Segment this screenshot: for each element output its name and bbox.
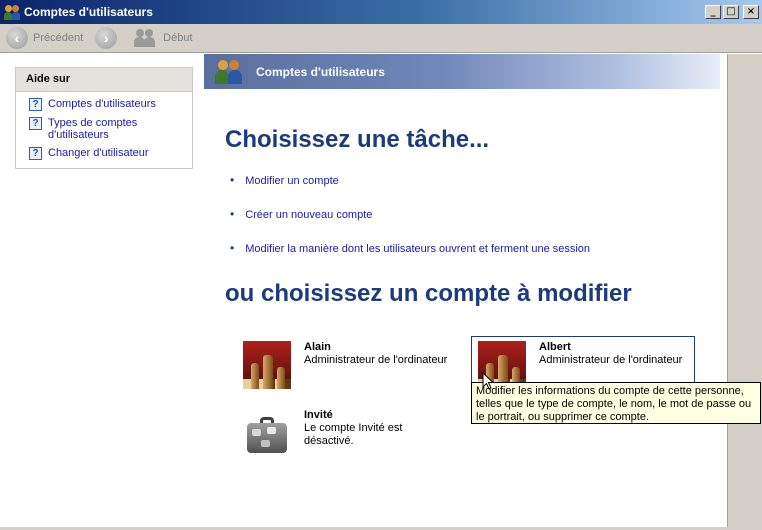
title-bar[interactable]: Comptes d'utilisateurs _ □ × [0, 0, 762, 24]
help-link-label[interactable]: Types de comptes d'utilisateurs [48, 117, 158, 141]
task-change-logon[interactable]: • Modifier la manière dont les utilisate… [230, 242, 590, 256]
mouse-cursor-icon [482, 372, 494, 390]
bullet-icon: • [230, 241, 235, 255]
account-name: Alain [304, 341, 331, 353]
suitcase-picture [243, 409, 291, 457]
account-description: Le compte Invité est désactivé. [304, 422, 403, 447]
left-pane: Aide sur ? Comptes d'utilisateurs ? Type… [0, 54, 204, 530]
account-name: Albert [539, 341, 571, 353]
home-button[interactable]: Début [134, 28, 193, 48]
task-create-account[interactable]: • Créer un nouveau compte [230, 208, 372, 222]
bullet-icon: • [230, 207, 235, 221]
help-question-icon: ? [29, 117, 42, 130]
forward-button[interactable]: › [95, 27, 122, 49]
back-label: Précédent [33, 32, 84, 44]
home-label: Début [163, 32, 193, 44]
window-title: Comptes d'utilisateurs [24, 5, 153, 19]
task-link[interactable]: Modifier la manière dont les utilisateur… [245, 242, 590, 256]
account-description: Administrateur de l'ordinateur [539, 354, 683, 366]
forward-arrow-icon: › [95, 27, 118, 49]
help-panel-header: Aide sur [16, 68, 192, 92]
user-accounts-banner-icon [214, 58, 244, 86]
help-question-icon: ? [29, 147, 42, 160]
account-guest[interactable]: Invité Le compte Invité est désactivé. [243, 409, 414, 457]
help-link-account-types[interactable]: ? Types de comptes d'utilisateurs [16, 117, 192, 141]
help-question-icon: ? [29, 98, 42, 111]
help-panel: Aide sur ? Comptes d'utilisateurs ? Type… [15, 67, 193, 169]
chess-picture [243, 341, 291, 389]
help-link-switch-user[interactable]: ? Changer d'utilisateur [16, 147, 192, 160]
minimize-button[interactable]: _ [705, 5, 721, 19]
account-alain[interactable]: Alain Administrateur de l'ordinateur [243, 341, 447, 389]
navigation-toolbar: ‹ Précédent › Début [0, 24, 762, 53]
help-link-user-accounts[interactable]: ? Comptes d'utilisateurs [16, 98, 192, 111]
window-right-edge [727, 54, 762, 530]
account-heading: ou choisissez un compte à modifier [225, 280, 632, 307]
account-description: Administrateur de l'ordinateur [304, 354, 448, 366]
section-banner: Comptes d'utilisateurs [204, 54, 720, 89]
account-name: Invité [304, 409, 333, 421]
help-link-label[interactable]: Changer d'utilisateur [48, 147, 149, 159]
task-modify-account[interactable]: • Modifier un compte [230, 174, 339, 188]
account-tooltip: Modifier les informations du compte de c… [471, 382, 761, 424]
close-button[interactable]: × [743, 5, 759, 19]
bullet-icon: • [230, 173, 235, 187]
back-arrow-icon: ‹ [6, 27, 28, 49]
task-link[interactable]: Créer un nouveau compte [245, 208, 372, 222]
help-link-label[interactable]: Comptes d'utilisateurs [48, 98, 156, 110]
users-home-icon [134, 28, 158, 48]
maximize-button[interactable]: □ [723, 5, 739, 19]
task-heading: Choisissez une tâche... [225, 126, 490, 153]
back-button[interactable]: ‹ Précédent [6, 27, 83, 49]
banner-title: Comptes d'utilisateurs [256, 64, 385, 79]
user-accounts-icon [4, 4, 20, 20]
task-link[interactable]: Modifier un compte [245, 174, 339, 188]
